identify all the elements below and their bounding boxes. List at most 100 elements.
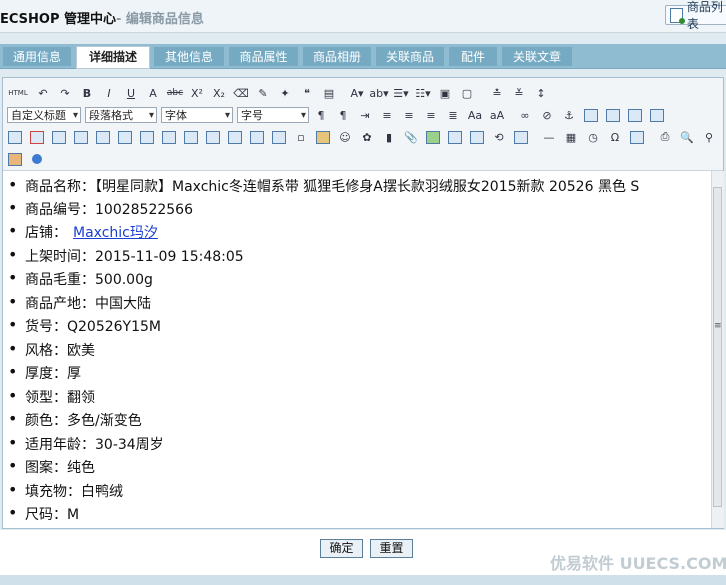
insert-code-icon[interactable]: ⟲ bbox=[491, 129, 507, 145]
special-chars-icon[interactable]: Ω bbox=[607, 129, 623, 145]
strikethrough-icon[interactable]: abc bbox=[167, 85, 183, 101]
insert-map-icon[interactable] bbox=[425, 129, 441, 145]
split-rows-icon[interactable] bbox=[249, 129, 265, 145]
font-color-icon[interactable]: A▾ bbox=[349, 85, 365, 101]
paragraph-spacing-bottom-icon[interactable]: ≚ bbox=[511, 85, 527, 101]
highlight-color-icon[interactable]: ab▾ bbox=[369, 85, 388, 101]
paste-text-icon[interactable]: ▤ bbox=[321, 85, 337, 101]
rtl-icon[interactable]: ¶ bbox=[335, 107, 351, 123]
align-center-icon[interactable]: ≡ bbox=[401, 107, 417, 123]
lowercase-icon[interactable]: aA bbox=[489, 107, 505, 123]
clear-document-icon[interactable]: ▢ bbox=[459, 85, 475, 101]
image-float-right-icon[interactable] bbox=[627, 107, 643, 123]
editor-content[interactable]: 商品名称：【明星同款】Maxchic冬连帽系带 狐狸毛修身A摆长款羽绒服女201… bbox=[3, 171, 711, 528]
line-height-icon[interactable]: ↕ bbox=[533, 85, 549, 101]
attachment-icon[interactable]: 📎 bbox=[403, 129, 419, 145]
anchor-icon[interactable]: ⚓ bbox=[561, 107, 577, 123]
scrollbar-thumb[interactable] bbox=[713, 187, 722, 507]
italic-icon[interactable]: I bbox=[101, 85, 117, 101]
merge-cells-icon[interactable] bbox=[161, 129, 177, 145]
toolbar-row-4 bbox=[7, 149, 51, 169]
image-center-icon[interactable] bbox=[649, 107, 665, 123]
underline-icon[interactable]: U bbox=[123, 85, 139, 101]
tab-attributes[interactable]: 商品属性 bbox=[228, 46, 299, 67]
font-family-select[interactable]: 字体 bbox=[161, 107, 233, 124]
select-all-icon[interactable]: ▣ bbox=[437, 85, 453, 101]
align-justify-icon[interactable]: ≣ bbox=[445, 107, 461, 123]
tab-accessories[interactable]: 配件 bbox=[448, 46, 498, 67]
unlink-icon[interactable]: ⊘ bbox=[539, 107, 555, 123]
image-float-left-icon[interactable] bbox=[605, 107, 621, 123]
insert-frame-icon[interactable] bbox=[469, 129, 485, 145]
split-cells-icon[interactable] bbox=[227, 129, 243, 145]
align-left-icon[interactable]: ≡ bbox=[379, 107, 395, 123]
search-replace-icon[interactable]: ⚲ bbox=[701, 129, 717, 145]
insert-row-icon[interactable] bbox=[73, 129, 89, 145]
toolbar-row-1: HTML ↶ ↷ B I U A abc X² X₂ ⌫ ✎ ✦ ❝ ▤ A▾ … bbox=[7, 83, 555, 103]
list-item: 填充物：白鸭绒 bbox=[8, 480, 123, 501]
store-link[interactable]: Maxchic玛汐 bbox=[73, 225, 158, 241]
simple-upload-icon[interactable]: ▫ bbox=[293, 129, 309, 145]
document-icon bbox=[670, 7, 685, 24]
tab-description[interactable]: 详细描述 bbox=[76, 46, 150, 69]
tab-bar: 通用信息 详细描述 其他信息 商品属性 商品相册 关联商品 配件 关联文章 bbox=[0, 44, 726, 69]
horizontal-rule-icon[interactable]: — bbox=[541, 129, 557, 145]
font-border-icon[interactable]: A bbox=[145, 85, 161, 101]
split-columns-icon[interactable] bbox=[271, 129, 287, 145]
product-list-button[interactable]: 商品列表 bbox=[665, 0, 726, 31]
google-map-icon[interactable] bbox=[447, 129, 463, 145]
delete-column-icon[interactable] bbox=[139, 129, 155, 145]
uppercase-icon[interactable]: Aa bbox=[467, 107, 483, 123]
unordered-list-icon[interactable]: ☷▾ bbox=[415, 85, 431, 101]
subscript-icon[interactable]: X₂ bbox=[211, 85, 227, 101]
superscript-icon[interactable]: X² bbox=[189, 85, 205, 101]
align-right-icon[interactable]: ≡ bbox=[423, 107, 439, 123]
format-brush-icon[interactable]: ✎ bbox=[255, 85, 271, 101]
image-float-none-icon[interactable] bbox=[583, 107, 599, 123]
list-item: 店铺：Maxchic玛汐 bbox=[8, 221, 158, 242]
preview-icon[interactable]: 🔍 bbox=[679, 129, 695, 145]
confirm-button[interactable]: 确定 bbox=[320, 539, 363, 558]
blockquote-icon[interactable]: ❝ bbox=[299, 85, 315, 101]
redo-icon[interactable]: ↷ bbox=[57, 85, 73, 101]
tab-other[interactable]: 其他信息 bbox=[153, 46, 225, 67]
insert-video-icon[interactable]: ▮ bbox=[381, 129, 397, 145]
tab-related-articles[interactable]: 关联文章 bbox=[501, 46, 573, 67]
delete-table-icon[interactable] bbox=[29, 129, 45, 145]
undo-icon[interactable]: ↶ bbox=[35, 85, 51, 101]
reset-button[interactable]: 重置 bbox=[370, 539, 413, 558]
custom-heading-select[interactable]: 自定义标题 bbox=[7, 107, 81, 124]
merge-right-icon[interactable] bbox=[183, 129, 199, 145]
insert-image-icon[interactable] bbox=[315, 129, 331, 145]
delete-row-icon[interactable] bbox=[95, 129, 111, 145]
tab-gallery[interactable]: 商品相册 bbox=[302, 46, 372, 67]
insert-paragraph-before-table-icon[interactable] bbox=[51, 129, 67, 145]
print-icon[interactable]: ⎙ bbox=[657, 129, 673, 145]
bold-icon[interactable]: B bbox=[79, 85, 95, 101]
editor-scrollbar[interactable]: ≡ bbox=[711, 171, 724, 528]
insert-date-icon[interactable]: ▦ bbox=[563, 129, 579, 145]
template-icon[interactable] bbox=[7, 151, 23, 167]
tab-general[interactable]: 通用信息 bbox=[2, 46, 72, 67]
list-item: 适用年龄：30-34周岁 bbox=[8, 433, 164, 454]
help-icon[interactable] bbox=[29, 151, 45, 167]
html-source-icon[interactable]: HTML bbox=[7, 85, 29, 101]
link-icon[interactable]: ∞ bbox=[517, 107, 533, 123]
auto-format-icon[interactable]: ✦ bbox=[277, 85, 293, 101]
tab-related-products[interactable]: 关联商品 bbox=[375, 46, 445, 67]
paragraph-spacing-top-icon[interactable]: ≛ bbox=[489, 85, 505, 101]
eraser-icon[interactable]: ⌫ bbox=[233, 85, 249, 101]
ltr-icon[interactable]: ¶ bbox=[313, 107, 329, 123]
insert-table-icon[interactable] bbox=[7, 129, 23, 145]
emotion-icon[interactable]: ☺ bbox=[337, 129, 353, 145]
scrawl-icon[interactable]: ✿ bbox=[359, 129, 375, 145]
merge-down-icon[interactable] bbox=[205, 129, 221, 145]
word-image-icon[interactable] bbox=[629, 129, 645, 145]
paragraph-format-select[interactable]: 段落格式 bbox=[85, 107, 157, 124]
font-size-select[interactable]: 字号 bbox=[237, 107, 309, 124]
page-break-icon[interactable] bbox=[513, 129, 529, 145]
ordered-list-icon[interactable]: ☰▾ bbox=[393, 85, 409, 101]
insert-column-icon[interactable] bbox=[117, 129, 133, 145]
insert-time-icon[interactable]: ◷ bbox=[585, 129, 601, 145]
indent-icon[interactable]: ⇥ bbox=[357, 107, 373, 123]
